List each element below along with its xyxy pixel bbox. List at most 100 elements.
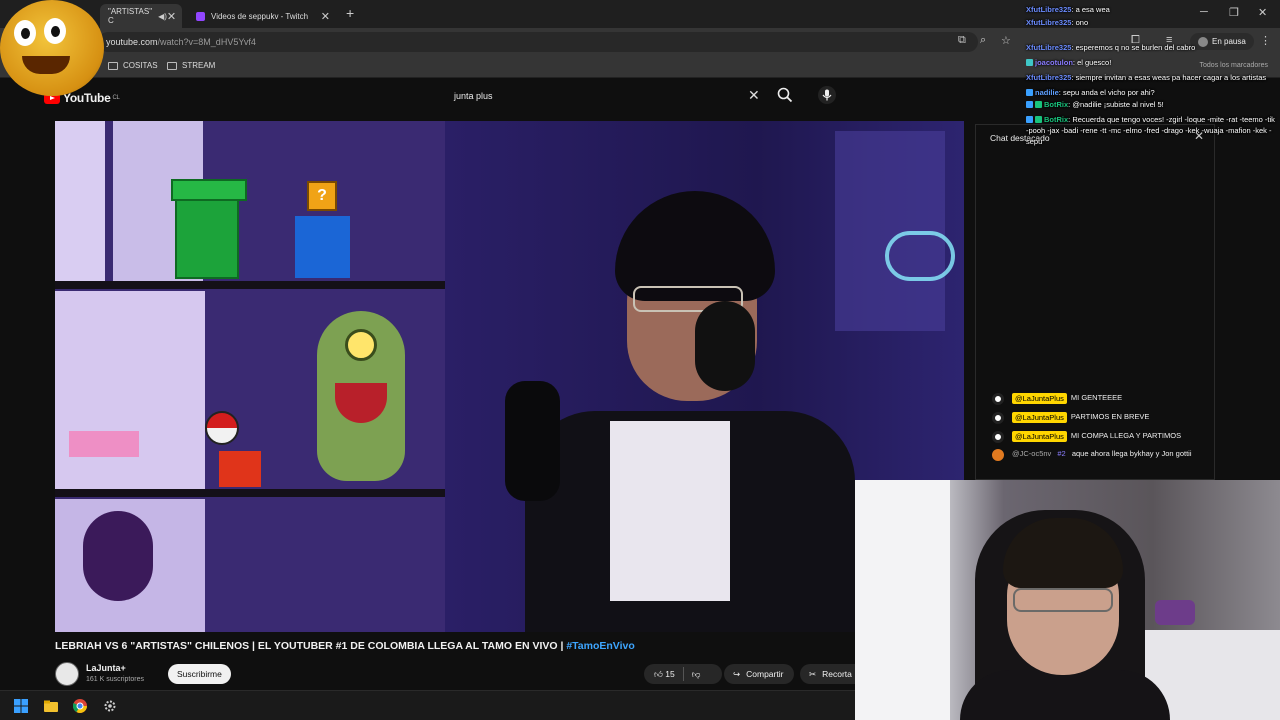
share-button[interactable]: ↪ Compartir <box>724 664 794 684</box>
install-icon[interactable]: ⧉ <box>958 34 966 47</box>
streamer-body <box>960 670 1170 720</box>
clip-button[interactable]: ✂ Recorta <box>800 664 860 684</box>
live-chat-panel: Chat destacado ✕ @LaJuntaPlus MI GENTEEE… <box>975 124 1215 480</box>
like-icon: 👍︎ <box>654 668 663 679</box>
webcam-pillow <box>1155 600 1195 625</box>
tab-label: Videos de seppukv - Twitch <box>211 11 309 21</box>
taskbar <box>0 690 855 720</box>
chat-message: @LaJuntaPlus PARTIMOS EN BREVE <box>992 412 1149 424</box>
twitch-text: el guesco! <box>1077 57 1112 67</box>
windows-start-icon[interactable] <box>14 699 28 713</box>
clip-label: Recorta <box>822 669 852 679</box>
file-explorer-icon[interactable] <box>44 699 58 713</box>
tab-twitch[interactable]: Videos de seppukv - Twitch ✕ <box>188 4 338 28</box>
new-tab-button[interactable]: + <box>346 5 354 21</box>
avatar <box>992 431 1004 443</box>
blue-box <box>295 216 350 278</box>
shelf-panel <box>55 121 105 281</box>
video-background-shelves: ? <box>55 121 445 632</box>
emote-eye <box>44 18 66 44</box>
emote-eye <box>14 20 36 46</box>
chat-author[interactable]: @JC-oc5nv <box>1012 449 1051 458</box>
chat-author[interactable]: @LaJuntaPlus <box>1012 431 1067 442</box>
close-icon[interactable]: ✕ <box>167 10 176 23</box>
avatar <box>992 449 1004 461</box>
twitch-username: XfutLibre325 <box>1026 72 1072 82</box>
twitch-message: BotRix: @nadilie ¡subiste al nivel 5! <box>1026 99 1278 110</box>
twitch-message: XfutLibre325: ono <box>1026 17 1089 27</box>
twitch-icon <box>196 11 205 21</box>
channel-avatar[interactable] <box>55 662 79 686</box>
folder-icon <box>108 61 118 70</box>
headphones <box>695 301 755 391</box>
shelf <box>55 489 445 497</box>
like-dislike-group: 👍︎ 15 👎︎ <box>644 664 722 684</box>
neon-sign <box>885 231 955 281</box>
plant <box>83 511 153 601</box>
chrome-icon[interactable] <box>73 699 87 713</box>
streamer-glasses <box>1013 588 1113 612</box>
twitch-message: XfutLibre325: a esa wea <box>1026 5 1110 14</box>
twitch-username: BotRix <box>1044 100 1069 109</box>
emote-mouth <box>22 56 70 74</box>
twitch-text: sepu anda el vicho por ahi? <box>1062 87 1155 97</box>
url-path: /watch?v=8M_dHV5Yvf4 <box>157 37 256 47</box>
chat-author[interactable]: @LaJuntaPlus <box>1012 393 1067 404</box>
share-icon: ↪ <box>733 668 741 679</box>
zoom-icon[interactable]: ⌕ <box>980 34 986 47</box>
bookmark-stream[interactable]: STREAM <box>167 61 215 70</box>
question-block: ? <box>307 181 337 211</box>
dislike-icon[interactable]: 👎︎ <box>692 669 701 680</box>
speaker-icon[interactable]: ◀) <box>158 12 167 21</box>
star-icon[interactable]: ☆ <box>1001 34 1011 47</box>
podcast-mic <box>505 381 560 501</box>
twitch-text: @nadilie ¡subiste al nivel 5! <box>1072 100 1164 109</box>
bookmark-cositas[interactable]: COSITAS <box>108 61 158 70</box>
twitch-text: siempre invitan a esas weas pa hacer cag… <box>1075 72 1267 82</box>
scissors-icon: ✂ <box>809 668 817 679</box>
member-badge: #2 <box>1057 449 1066 458</box>
subscribe-button[interactable]: Suscribirme <box>168 664 231 684</box>
like-button[interactable]: 👍︎ 15 <box>654 669 675 680</box>
twitch-text: esperemos q no se burlen del cabro <box>1075 42 1196 52</box>
twitch-chat-overlay: XfutLibre325: a esa wea XfutLibre325: on… <box>1026 4 1278 149</box>
twitch-username: XfutLibre325 <box>1026 5 1072 14</box>
twitch-text: a esa wea <box>1075 5 1110 14</box>
video-title-text: LEBRIAH VS 6 "ARTISTAS" CHILENOS | EL YO… <box>55 640 567 652</box>
settings-icon[interactable] <box>103 699 117 713</box>
clear-icon[interactable]: ✕ <box>748 87 760 104</box>
search-input[interactable]: junta plus <box>444 84 768 110</box>
video-player[interactable]: ? <box>55 121 964 632</box>
region-code: CL <box>112 95 120 101</box>
channel-name[interactable]: LaJunta+ <box>86 663 126 673</box>
person-shirt <box>610 421 730 601</box>
search-icon[interactable] <box>776 86 794 104</box>
twitch-username: BotRix <box>1044 115 1069 124</box>
like-count: 15 <box>665 668 675 679</box>
avatar <box>992 412 1004 424</box>
chat-text: aque ahora llega bykhay y Jon gottii <box>1071 449 1192 458</box>
close-icon[interactable]: ✕ <box>321 10 330 23</box>
bookmark-label: COSITAS <box>123 61 158 70</box>
twitch-username: nadilie <box>1035 87 1059 97</box>
badge-icon <box>1035 101 1042 108</box>
divider <box>682 667 684 681</box>
figure-mouth <box>335 383 387 423</box>
pipe-figure <box>171 179 247 279</box>
shelf-panel <box>55 291 205 489</box>
chat-author[interactable]: @LaJuntaPlus <box>1012 412 1067 423</box>
address-bar[interactable]: youtube.com/watch?v=8M_dHV5Yvf4 <box>98 32 978 52</box>
webcam-overlay <box>855 480 1280 720</box>
badge-icon <box>1035 116 1042 123</box>
tab-youtube[interactable]: "ARTISTAS" C ◀) ✕ <box>100 4 182 28</box>
shelf <box>55 281 445 289</box>
folder-icon <box>167 61 177 70</box>
logo-text: YouTube <box>63 91 111 105</box>
chat-text: MI GENTEEEE <box>1070 393 1123 402</box>
twitch-message: XfutLibre325: siempre invitan a esas wea… <box>1026 72 1267 82</box>
twitch-username: XfutLibre325 <box>1026 42 1072 52</box>
video-hashtag[interactable]: #TamoEnVivo <box>566 640 634 652</box>
plankton-figure <box>317 311 405 481</box>
url-host: youtube.com <box>106 37 158 47</box>
mic-icon[interactable] <box>818 86 836 104</box>
